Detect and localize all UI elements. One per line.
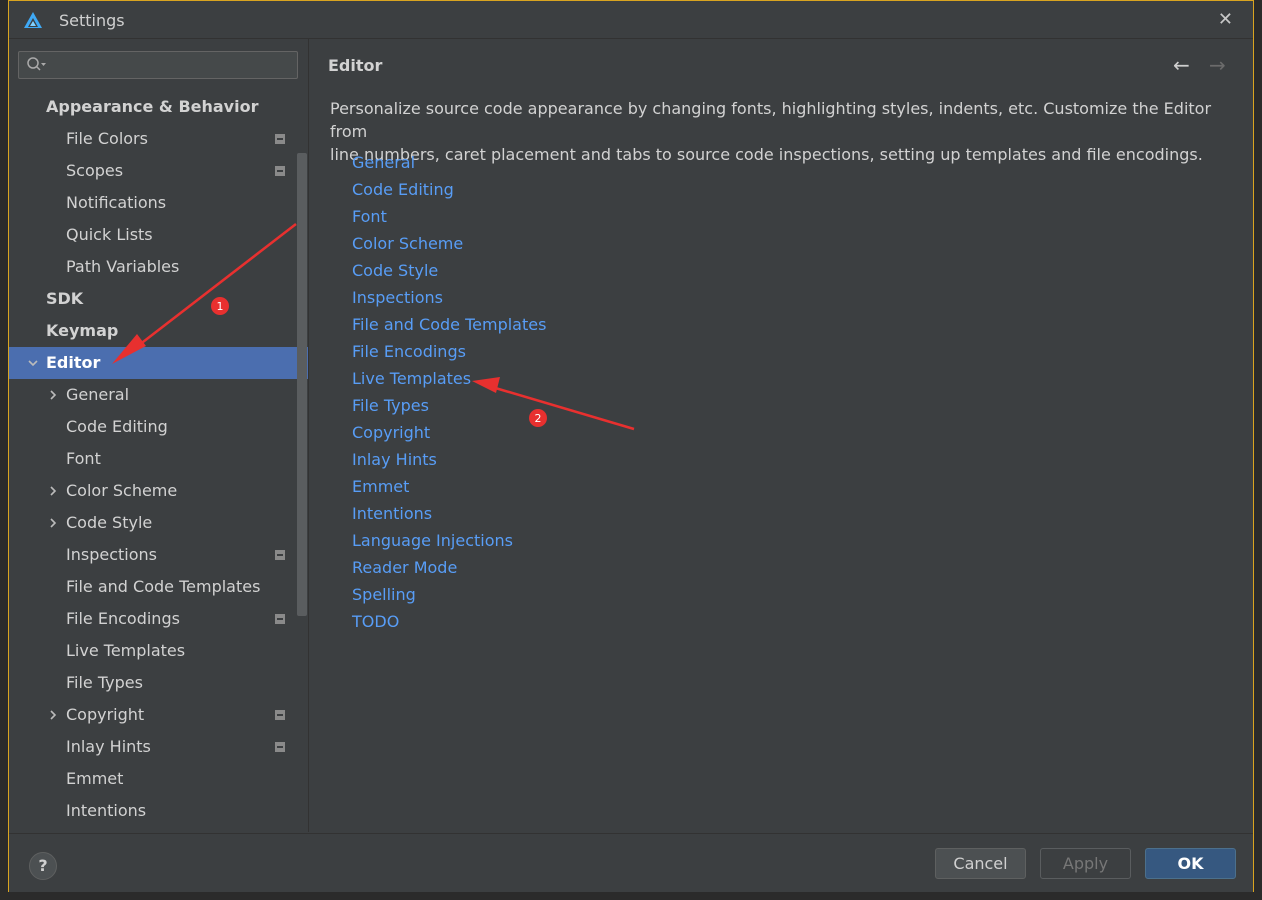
sidebar-item-label: Live Templates bbox=[66, 641, 186, 660]
sidebar-item-font[interactable]: Font bbox=[9, 443, 308, 475]
sidebar-item-label: Emmet bbox=[66, 769, 124, 788]
link-file-encodings[interactable]: File Encodings bbox=[352, 342, 466, 361]
editor-description: Personalize source code appearance by ch… bbox=[330, 97, 1230, 166]
window-title: Settings bbox=[59, 11, 125, 30]
link-inlay-hints[interactable]: Inlay Hints bbox=[352, 450, 437, 469]
forward-arrow-icon[interactable]: → bbox=[1209, 53, 1226, 77]
sidebar-item-label: Code Style bbox=[66, 513, 153, 532]
link-live-templates[interactable]: Live Templates bbox=[352, 369, 471, 388]
sidebar-item-label: Intentions bbox=[66, 801, 147, 820]
sidebar-item-appearance-and-behavior[interactable]: Appearance & Behavior bbox=[9, 91, 308, 123]
sidebar-item-quick-lists[interactable]: Quick Lists bbox=[9, 219, 308, 251]
project-scope-icon bbox=[275, 134, 285, 144]
sidebar-item-label: Font bbox=[66, 449, 101, 468]
sidebar-item-label: Inspections bbox=[66, 545, 157, 564]
sidebar-item-label: Inlay Hints bbox=[66, 737, 151, 756]
sidebar-item-label: File Types bbox=[66, 673, 143, 692]
close-icon[interactable]: ✕ bbox=[1218, 9, 1233, 30]
ok-button[interactable]: OK bbox=[1145, 848, 1236, 879]
sidebar-item-editor[interactable]: Editor bbox=[9, 347, 308, 379]
chevron-right-icon[interactable] bbox=[47, 485, 59, 497]
sidebar-item-path-variables[interactable]: Path Variables bbox=[9, 251, 308, 283]
sidebar-item-label: General bbox=[66, 385, 130, 404]
link-color-scheme[interactable]: Color Scheme bbox=[352, 234, 463, 253]
sidebar-item-label: Copyright bbox=[66, 705, 145, 724]
sidebar-item-inlay-hints[interactable]: Inlay Hints bbox=[9, 731, 308, 763]
search-icon bbox=[27, 57, 46, 71]
dialog-footer: ? Cancel Apply OK bbox=[9, 833, 1253, 892]
link-spelling[interactable]: Spelling bbox=[352, 585, 416, 604]
sidebar-item-file-colors[interactable]: File Colors bbox=[9, 123, 308, 155]
sidebar-item-label: Editor bbox=[46, 353, 101, 372]
link-intentions[interactable]: Intentions bbox=[352, 504, 432, 523]
sidebar-item-notifications[interactable]: Notifications bbox=[9, 187, 308, 219]
link-code-style[interactable]: Code Style bbox=[352, 261, 438, 280]
app-logo-icon bbox=[24, 12, 42, 28]
link-code-editing[interactable]: Code Editing bbox=[352, 180, 454, 199]
cancel-button[interactable]: Cancel bbox=[935, 848, 1026, 879]
link-copyright[interactable]: Copyright bbox=[352, 423, 430, 442]
sidebar-item-keymap[interactable]: Keymap bbox=[9, 315, 308, 347]
chevron-right-icon[interactable] bbox=[47, 709, 59, 721]
link-font[interactable]: Font bbox=[352, 207, 387, 226]
sidebar-item-label: Code Editing bbox=[66, 417, 168, 436]
chevron-down-icon[interactable] bbox=[27, 357, 39, 369]
chevron-right-icon[interactable] bbox=[47, 517, 59, 529]
sidebar-item-copyright[interactable]: Copyright bbox=[9, 699, 308, 731]
project-scope-icon bbox=[275, 742, 285, 752]
page-title: Editor bbox=[328, 56, 383, 75]
link-file-and-code-templates[interactable]: File and Code Templates bbox=[352, 315, 546, 334]
project-scope-icon bbox=[275, 710, 285, 720]
sidebar-item-label: Quick Lists bbox=[66, 225, 153, 244]
link-general[interactable]: General bbox=[352, 153, 415, 172]
sidebar-item-file-and-code-templates[interactable]: File and Code Templates bbox=[9, 571, 308, 603]
sidebar-item-label: Appearance & Behavior bbox=[46, 97, 259, 116]
chevron-right-icon[interactable] bbox=[47, 389, 59, 401]
sidebar-item-color-scheme[interactable]: Color Scheme bbox=[9, 475, 308, 507]
sidebar-item-general[interactable]: General bbox=[9, 379, 308, 411]
sidebar-item-label: Color Scheme bbox=[66, 481, 178, 500]
content-panel: Editor ← → Personalize source code appea… bbox=[309, 39, 1253, 832]
link-emmet[interactable]: Emmet bbox=[352, 477, 409, 496]
sidebar-item-label: Scopes bbox=[66, 161, 124, 180]
settings-sidebar: Appearance & Behavior File Colors Scopes No… bbox=[9, 39, 309, 832]
description-line-2: line numbers, caret placement and tabs t… bbox=[330, 145, 1203, 164]
sidebar-item-label: File Colors bbox=[66, 129, 148, 148]
description-line-1: Personalize source code appearance by ch… bbox=[330, 99, 1212, 141]
link-inspections[interactable]: Inspections bbox=[352, 288, 443, 307]
sidebar-item-intentions[interactable]: Intentions bbox=[9, 795, 308, 827]
sidebar-item-sdk[interactable]: SDK bbox=[9, 283, 308, 315]
project-scope-icon bbox=[275, 614, 285, 624]
sidebar-scrollbar[interactable] bbox=[297, 153, 307, 616]
sidebar-item-label: Path Variables bbox=[66, 257, 180, 276]
search-input[interactable] bbox=[18, 51, 298, 79]
settings-dialog: Settings ✕ Appearance & Behavior File Col… bbox=[8, 0, 1254, 892]
sidebar-item-inspections[interactable]: Inspections bbox=[9, 539, 308, 571]
link-language-injections[interactable]: Language Injections bbox=[352, 531, 513, 550]
sidebar-item-emmet[interactable]: Emmet bbox=[9, 763, 308, 795]
sidebar-item-file-types[interactable]: File Types bbox=[9, 667, 308, 699]
sidebar-item-label: File Encodings bbox=[66, 609, 180, 628]
sidebar-item-scopes[interactable]: Scopes bbox=[9, 155, 308, 187]
apply-button[interactable]: Apply bbox=[1040, 848, 1131, 879]
link-todo[interactable]: TODO bbox=[352, 612, 399, 631]
sidebar-item-file-encodings[interactable]: File Encodings bbox=[9, 603, 308, 635]
sidebar-item-label: Notifications bbox=[66, 193, 167, 212]
link-reader-mode[interactable]: Reader Mode bbox=[352, 558, 457, 577]
title-bar: Settings ✕ bbox=[9, 1, 1253, 39]
project-scope-icon bbox=[275, 166, 285, 176]
sidebar-item-live-templates[interactable]: Live Templates bbox=[9, 635, 308, 667]
back-arrow-icon[interactable]: ← bbox=[1173, 53, 1190, 77]
sidebar-item-label: SDK bbox=[46, 289, 84, 308]
sidebar-item-label: Keymap bbox=[46, 321, 119, 340]
project-scope-icon bbox=[275, 550, 285, 560]
sidebar-item-code-style[interactable]: Code Style bbox=[9, 507, 308, 539]
help-icon[interactable]: ? bbox=[29, 852, 57, 880]
sidebar-item-label: File and Code Templates bbox=[66, 577, 261, 596]
link-file-types[interactable]: File Types bbox=[352, 396, 429, 415]
sidebar-item-code-editing[interactable]: Code Editing bbox=[9, 411, 308, 443]
